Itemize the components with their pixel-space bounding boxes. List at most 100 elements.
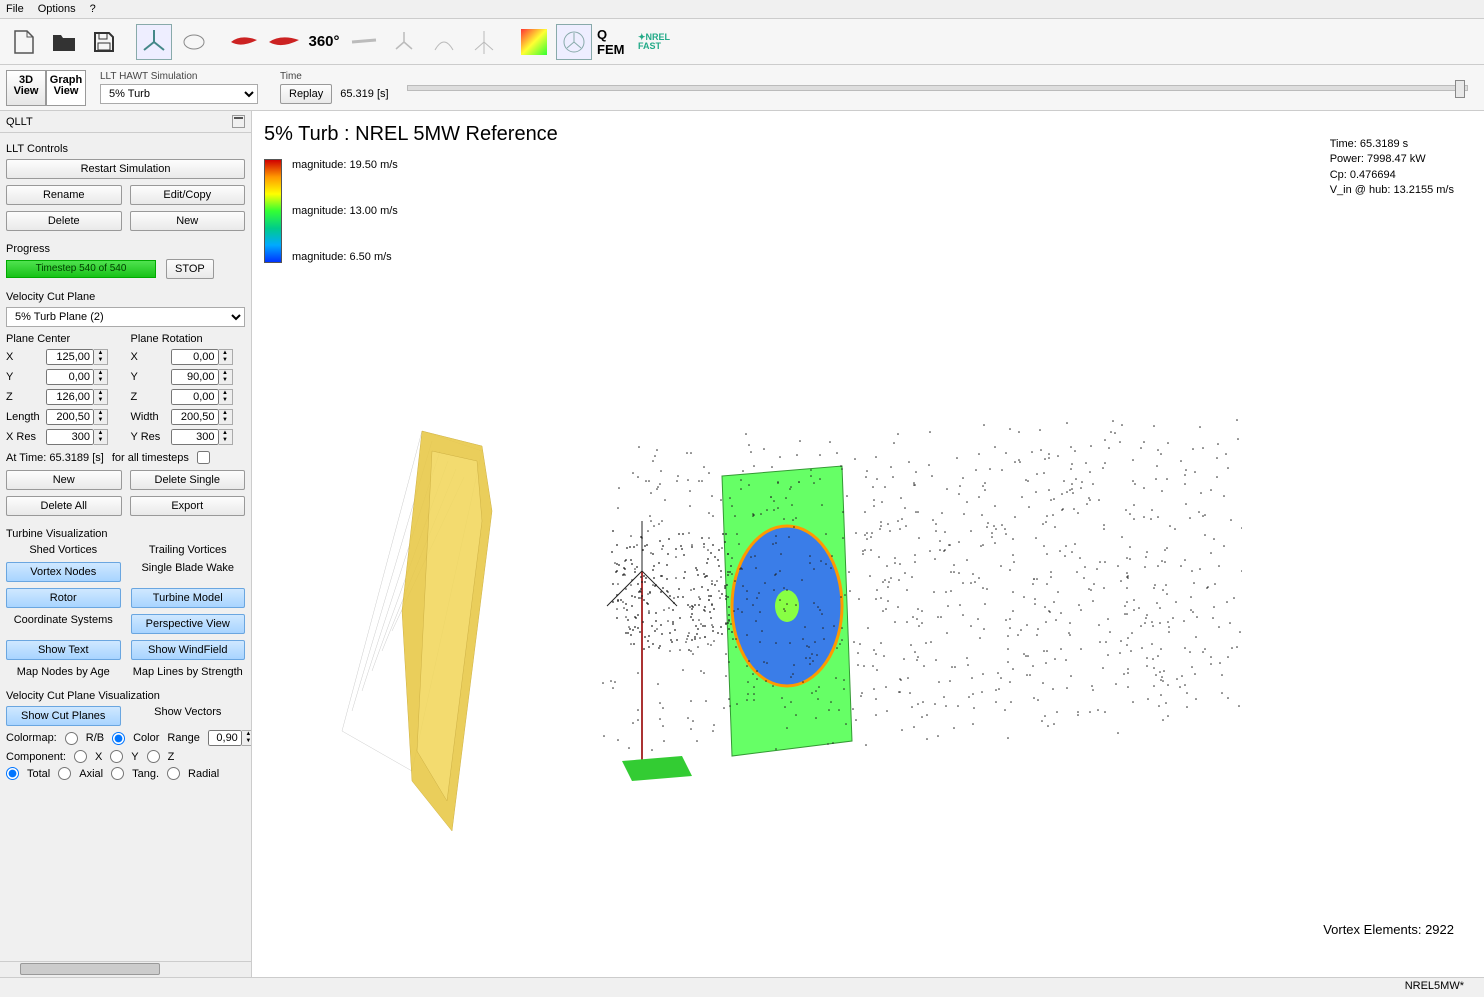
width-input[interactable]	[171, 409, 219, 425]
progress-bar: Timestep 540 of 540	[6, 260, 156, 278]
at-time-label: At Time: 65.3189 [s]	[6, 452, 104, 464]
rot-x-input[interactable]	[171, 349, 219, 365]
for-all-checkbox[interactable]	[197, 451, 210, 464]
graph-view-button[interactable]: GraphView	[46, 70, 86, 106]
comp-x-radio[interactable]	[74, 750, 87, 763]
rename-button[interactable]: Rename	[6, 185, 122, 205]
xres-input[interactable]	[46, 429, 94, 445]
3d-view-button[interactable]: 3DView	[6, 70, 46, 106]
plane-rotation-label: Plane Rotation	[131, 333, 246, 345]
replay-button[interactable]: Replay	[280, 84, 332, 104]
info-power: Power: 7998.47 kW	[1330, 152, 1454, 167]
menu-options[interactable]: Options	[38, 3, 76, 15]
show-cutplanes-button[interactable]: Show Cut Planes	[6, 706, 121, 726]
editcopy-button[interactable]: Edit/Copy	[130, 185, 246, 205]
tv-label: Turbine Visualization	[6, 528, 245, 540]
new-button[interactable]: New	[130, 211, 246, 231]
turbine-gray-icon[interactable]	[386, 24, 422, 60]
legend-hi: magnitude: 19.50 m/s	[292, 159, 398, 171]
coord-systems-toggle[interactable]: Coordinate Systems	[6, 614, 121, 634]
rotor-button[interactable]: Rotor	[6, 588, 121, 608]
new-file-icon[interactable]	[6, 24, 42, 60]
360-icon[interactable]: 360°	[306, 24, 342, 60]
center-y-input[interactable]	[46, 369, 94, 385]
time-label: Time	[280, 71, 389, 82]
delete-all-button[interactable]: Delete All	[6, 496, 122, 516]
rot-z-input[interactable]	[171, 389, 219, 405]
component-label: Component:	[6, 751, 66, 763]
comp-y-radio[interactable]	[110, 750, 123, 763]
info-time: Time: 65.3189 s	[1330, 137, 1454, 152]
map-nodes-toggle[interactable]: Map Nodes by Age	[6, 666, 121, 678]
info-vin: V_in @ hub: 13.2155 m/s	[1330, 183, 1454, 198]
panel-float-icon[interactable]	[232, 115, 245, 128]
vortex-nodes-button[interactable]: Vortex Nodes	[6, 562, 121, 582]
length-input[interactable]	[46, 409, 94, 425]
legend-mid: magnitude: 13.00 m/s	[292, 205, 398, 217]
secondary-toolbar: 3DView GraphView LLT HAWT Simulation 5% …	[0, 65, 1484, 111]
open-folder-icon[interactable]	[46, 24, 82, 60]
center-x-input[interactable]	[46, 349, 94, 365]
show-windfield-button[interactable]: Show WindField	[131, 640, 246, 660]
polar-icon[interactable]	[426, 24, 462, 60]
comp-total-radio[interactable]	[6, 767, 19, 780]
turbine-outline-icon[interactable]	[466, 24, 502, 60]
airfoil-red2-icon[interactable]	[266, 24, 302, 60]
airfoil-loop-icon[interactable]	[176, 24, 212, 60]
save-icon[interactable]	[86, 24, 122, 60]
color-legend-bar	[264, 159, 282, 263]
airfoil-red-icon[interactable]	[226, 24, 262, 60]
side-hscroll[interactable]	[0, 961, 251, 977]
comp-z-radio[interactable]	[147, 750, 160, 763]
export-button[interactable]: Export	[130, 496, 246, 516]
comp-radial-radio[interactable]	[167, 767, 180, 780]
viewport-title: 5% Turb : NREL 5MW Reference	[264, 123, 558, 146]
nrel-fast-icon[interactable]: ✦NRELFAST	[636, 24, 672, 60]
side-title: QLLT	[6, 116, 33, 128]
sim-select[interactable]: 5% Turb	[100, 84, 258, 104]
map-lines-toggle[interactable]: Map Lines by Strength	[131, 666, 246, 678]
vcp-label: Velocity Cut Plane	[6, 291, 245, 303]
blade-single-icon[interactable]	[346, 24, 382, 60]
rb-radio[interactable]	[65, 732, 78, 745]
vcp-select[interactable]: 5% Turb Plane (2)	[6, 307, 245, 327]
main-toolbar: 360° Q FEM ✦NRELFAST	[0, 19, 1484, 65]
vcpv-label: Velocity Cut Plane Visualization	[6, 690, 245, 702]
legend-lo: magnitude: 6.50 m/s	[292, 251, 398, 263]
for-all-label: for all timesteps	[112, 452, 189, 464]
color-radio[interactable]	[112, 732, 125, 745]
rot-y-input[interactable]	[171, 369, 219, 385]
delete-single-button[interactable]: Delete Single	[130, 470, 246, 490]
trailing-vortices-toggle[interactable]: Trailing Vortices	[131, 544, 246, 556]
colormap-icon[interactable]	[516, 24, 552, 60]
vcp-new-button[interactable]: New	[6, 470, 122, 490]
blade-3d-icon[interactable]	[136, 24, 172, 60]
restart-button[interactable]: Restart Simulation	[6, 159, 245, 179]
yres-input[interactable]	[171, 429, 219, 445]
center-z-input[interactable]	[46, 389, 94, 405]
3d-scene	[282, 311, 1242, 871]
menu-file[interactable]: File	[6, 3, 24, 15]
show-vectors-toggle[interactable]: Show Vectors	[131, 706, 246, 726]
perspective-button[interactable]: Perspective View	[131, 614, 246, 634]
plane-center-label: Plane Center	[6, 333, 121, 345]
stop-button[interactable]: STOP	[166, 259, 214, 279]
shed-vortices-toggle[interactable]: Shed Vortices	[6, 544, 121, 556]
delete-button[interactable]: Delete	[6, 211, 122, 231]
status-bar: NREL5MW*	[0, 977, 1484, 997]
3d-viewport[interactable]: 5% Turb : NREL 5MW Reference magnitude: …	[252, 111, 1484, 977]
sim-label: LLT HAWT Simulation	[100, 71, 258, 82]
side-panel: QLLT LLT Controls Restart Simulation Ren…	[0, 111, 252, 977]
turbine-model-button[interactable]: Turbine Model	[131, 588, 246, 608]
progress-label: Progress	[6, 243, 245, 255]
status-text: NREL5MW*	[1405, 980, 1464, 992]
qfem-icon[interactable]: Q FEM	[596, 24, 632, 60]
show-text-button[interactable]: Show Text	[6, 640, 121, 660]
comp-tang-radio[interactable]	[111, 767, 124, 780]
rotor-active-icon[interactable]	[556, 24, 592, 60]
single-blade-toggle[interactable]: Single Blade Wake	[131, 562, 246, 582]
comp-axial-radio[interactable]	[58, 767, 71, 780]
time-slider[interactable]	[407, 85, 1468, 91]
menu-help[interactable]: ?	[90, 3, 96, 15]
range-input[interactable]	[208, 730, 242, 746]
